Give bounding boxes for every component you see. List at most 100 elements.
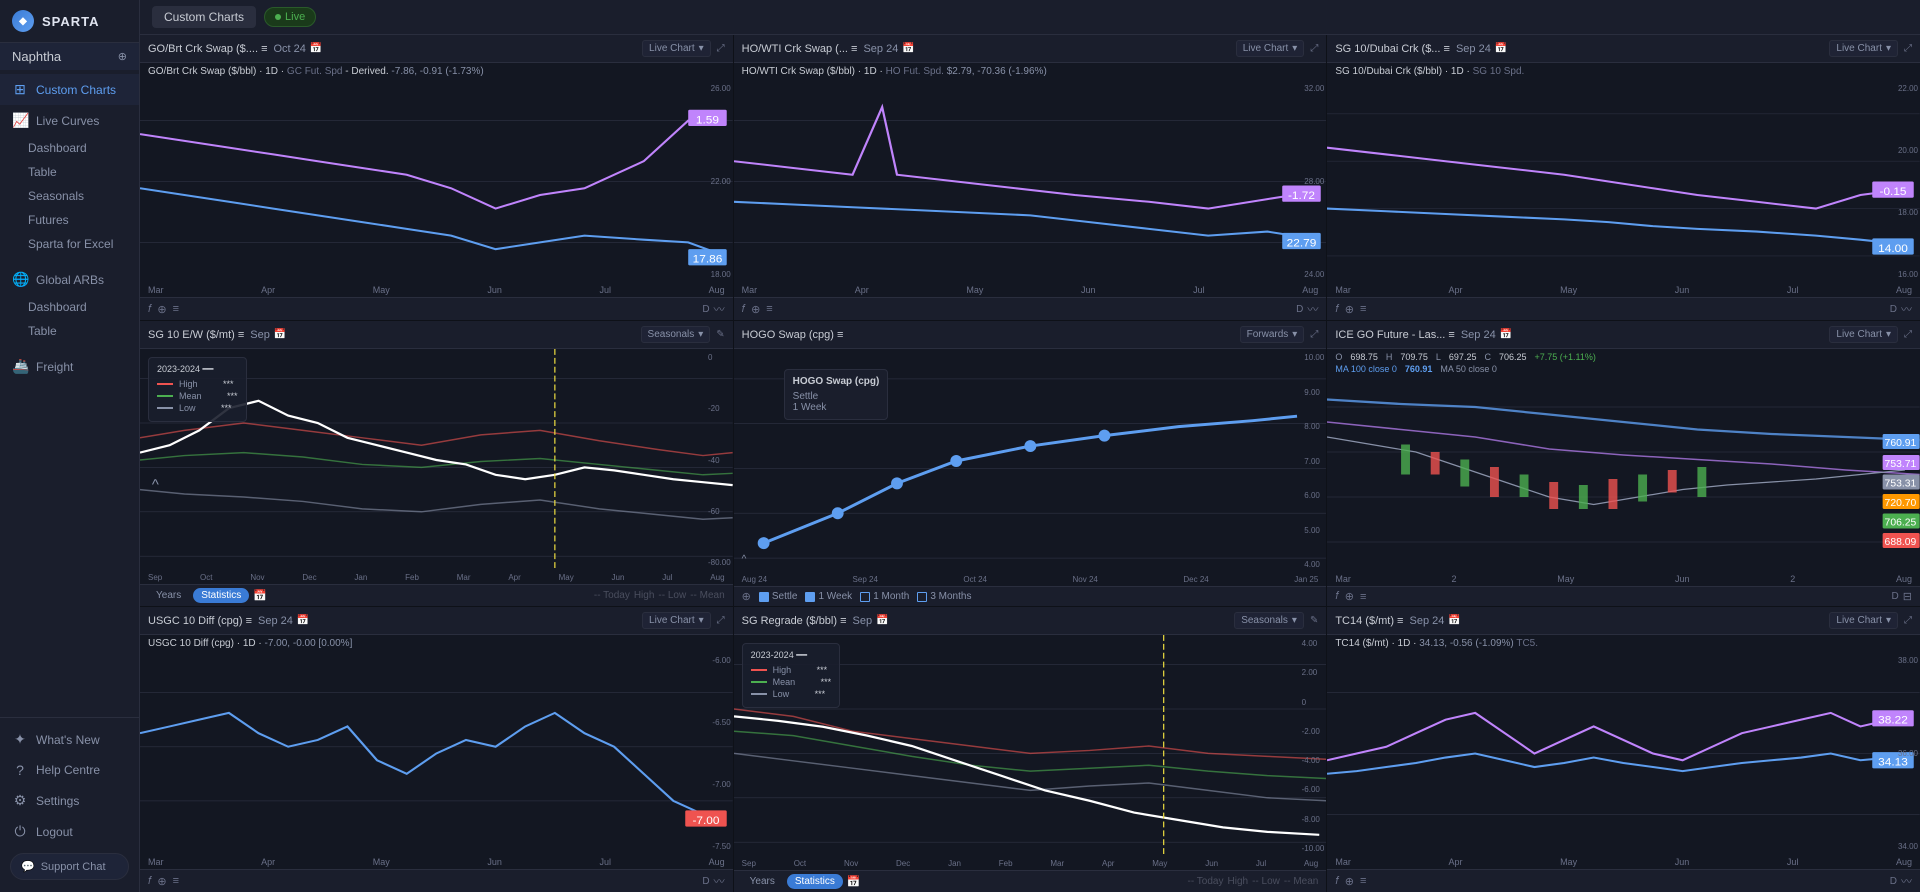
sidebar-item-seasonals[interactable]: Seasonals bbox=[0, 184, 139, 208]
chart-ice-go-formula-icon[interactable]: 𝑓 bbox=[1335, 590, 1338, 603]
sidebar-item-global-arbs[interactable]: 🌐 Global ARBs bbox=[0, 264, 139, 295]
chart-ho-wti-formula-icon[interactable]: 𝑓 bbox=[742, 303, 745, 316]
chart-sg-dubai-menu-icon[interactable]: ≡ bbox=[1360, 303, 1366, 315]
chart-go-brt-type-icon[interactable]: 〰 bbox=[714, 301, 725, 317]
sidebar-item-live-curves[interactable]: 📈 Live Curves bbox=[0, 105, 139, 136]
chart-sg-regrade-today-label: -- Today bbox=[1188, 876, 1224, 887]
chart-go-brt-mode-btn[interactable]: Live Chart ▾ bbox=[642, 40, 711, 57]
chart-usgc-type-icon[interactable]: 〰 bbox=[714, 873, 725, 889]
svg-text:688.09: 688.09 bbox=[1885, 537, 1917, 548]
chart-usgc-formula-icon[interactable]: 𝑓 bbox=[148, 875, 151, 888]
chart-ho-wti-mode-btn[interactable]: Live Chart ▾ bbox=[1236, 40, 1305, 57]
chart-sg-regrade-expand-icon[interactable]: ✎ bbox=[1310, 615, 1318, 626]
chart-sg-dubai-calendar-icon[interactable]: 📅 bbox=[1495, 43, 1507, 54]
chart-go-brt-menu-icon[interactable]: ≡ bbox=[173, 303, 179, 315]
naphtha-section[interactable]: Naphtha ⊕ bbox=[0, 43, 139, 70]
chart-hogo-3month-check[interactable]: 3 Months bbox=[917, 591, 971, 602]
chart-tc14-menu-icon[interactable]: ≡ bbox=[1360, 875, 1366, 887]
chart-sg-regrade-mode-btn[interactable]: Seasonals ▾ bbox=[1234, 612, 1304, 629]
chart-sg-ew-calendar-icon[interactable]: 📅 bbox=[274, 329, 286, 340]
chart-ice-go-body: 760.91 753.71 753.31 720.70 706.25 688.0… bbox=[1327, 377, 1920, 572]
sidebar-item-dashboard[interactable]: Dashboard bbox=[0, 136, 139, 160]
chart-hogo-settle-check[interactable]: Settle bbox=[759, 591, 798, 602]
chart-ice-go-mode-btn[interactable]: Live Chart ▾ bbox=[1829, 326, 1898, 343]
chart-go-brt-formula-icon[interactable]: 𝑓 bbox=[148, 303, 151, 316]
chart-ice-go-calendar-icon[interactable]: 📅 bbox=[1500, 329, 1512, 340]
ice-go-chevron-icon: ▾ bbox=[1886, 329, 1891, 340]
chart-hogo-mode-btn[interactable]: Forwards ▾ bbox=[1240, 326, 1305, 343]
chart-sg-ew: SG 10 E/W ($/mt) ≡ Sep 📅 Seasonals ▾ ✎ bbox=[140, 321, 733, 606]
chart-ho-wti-type-icon[interactable]: 〰 bbox=[1307, 301, 1318, 317]
chart-sg-regrade-stats-btn[interactable]: Statistics bbox=[787, 874, 843, 889]
chart-sg-ew-title-section: SG 10 E/W ($/mt) ≡ Sep 📅 bbox=[148, 329, 286, 341]
sidebar-item-help[interactable]: ? Help Centre bbox=[0, 755, 139, 785]
chart-ice-go-add-icon[interactable]: ⊕ bbox=[1345, 590, 1354, 603]
chart-ho-wti-expand-icon[interactable]: ⤢ bbox=[1310, 43, 1318, 54]
custom-charts-tab[interactable]: Custom Charts bbox=[152, 6, 256, 28]
chart-sg-dubai-header: SG 10/Dubai Crk ($... ≡ Sep 24 📅 Live Ch… bbox=[1327, 35, 1920, 63]
sidebar-item-dashboard2[interactable]: Dashboard bbox=[0, 295, 139, 319]
chart-sg-regrade-calendar-icon[interactable]: 📅 bbox=[876, 615, 888, 626]
chart-sg-dubai-expand-icon[interactable]: ⤢ bbox=[1904, 43, 1912, 54]
chart-sg-ew-mode-btn[interactable]: Seasonals ▾ bbox=[641, 326, 711, 343]
chart-ho-wti-add-icon[interactable]: ⊕ bbox=[751, 303, 760, 316]
chart-go-brt-calendar-icon[interactable]: 📅 bbox=[310, 43, 322, 54]
sidebar-item-custom-charts[interactable]: ⊞ Custom Charts bbox=[0, 74, 139, 105]
chart-tc14-formula-icon[interactable]: 𝑓 bbox=[1335, 875, 1338, 888]
chart-ice-go-menu-icon[interactable]: ≡ bbox=[1360, 591, 1366, 603]
chart-ho-wti-calendar-icon[interactable]: 📅 bbox=[902, 43, 914, 54]
sidebar-item-logout[interactable]: ⏻ Logout bbox=[0, 816, 139, 847]
chart-ice-go-expand-icon[interactable]: ⤢ bbox=[1904, 329, 1912, 340]
logo-icon: ◆ bbox=[12, 10, 34, 32]
chart-ice-go-type-icon[interactable]: ⊟ bbox=[1903, 590, 1912, 603]
svg-text:38.22: 38.22 bbox=[1879, 715, 1909, 726]
chart-sg-dubai-add-icon[interactable]: ⊕ bbox=[1345, 303, 1354, 316]
hogo-mode-label: Forwards bbox=[1247, 329, 1289, 340]
chart-sg-ew-calendar2-icon[interactable]: 📅 bbox=[253, 589, 267, 602]
chart-sg-ew-expand-icon[interactable]: ✎ bbox=[716, 329, 724, 340]
svg-text:1.59: 1.59 bbox=[696, 115, 719, 126]
chart-sg-regrade-low-label: -- Low bbox=[1252, 876, 1280, 887]
sidebar-item-freight[interactable]: 🚢 Freight bbox=[0, 351, 139, 382]
support-chat-button[interactable]: 💬 Support Chat bbox=[10, 853, 129, 880]
tc14-live-label: Live Chart bbox=[1836, 615, 1882, 626]
chart-usgc-add-icon[interactable]: ⊕ bbox=[157, 875, 166, 888]
chart-sg-dubai-formula-icon[interactable]: 𝑓 bbox=[1335, 303, 1338, 316]
sidebar-item-settings[interactable]: ⚙ Settings bbox=[0, 785, 139, 816]
sidebar-item-table2[interactable]: Table bbox=[0, 319, 139, 343]
chart-sg-regrade-years-btn[interactable]: Years bbox=[742, 874, 783, 889]
chart-usgc-calendar-icon[interactable]: 📅 bbox=[297, 615, 309, 626]
chart-tc14-expand-icon[interactable]: ⤢ bbox=[1904, 615, 1912, 626]
chart-sg-regrade-calendar2-icon[interactable]: 📅 bbox=[847, 875, 861, 888]
chart-go-brt-expand-icon[interactable]: ⤢ bbox=[717, 43, 725, 54]
chart-hogo-add-icon[interactable]: ⊕ bbox=[742, 590, 751, 603]
chart-hogo-1month-check[interactable]: 1 Month bbox=[860, 591, 909, 602]
chart-tc14-type-icon[interactable]: 〰 bbox=[1901, 873, 1912, 889]
chart-tc14-add-icon[interactable]: ⊕ bbox=[1345, 875, 1354, 888]
chart-tc14-calendar-icon[interactable]: 📅 bbox=[1448, 615, 1460, 626]
chart-tc14-mode-btn[interactable]: Live Chart ▾ bbox=[1829, 612, 1898, 629]
sidebar-item-table[interactable]: Table bbox=[0, 160, 139, 184]
chart-sg-dubai-type-icon[interactable]: 〰 bbox=[1901, 301, 1912, 317]
chart-tc14-controls: Live Chart ▾ ⤢ bbox=[1829, 612, 1912, 629]
sidebar-item-sparta-excel[interactable]: Sparta for Excel bbox=[0, 232, 139, 256]
chart-ho-wti-menu-icon[interactable]: ≡ bbox=[766, 303, 772, 315]
chart-sg-ew-x-axis: SepOctNovDecJanFebMarAprMayJunJulAug bbox=[140, 571, 733, 584]
chart-sg-ew-stats-btn[interactable]: Statistics bbox=[193, 588, 249, 603]
chart-go-brt-add-icon[interactable]: ⊕ bbox=[157, 303, 166, 316]
chart-usgc-mode-btn[interactable]: Live Chart ▾ bbox=[642, 612, 711, 629]
ice-ma100-label: MA 100 close 0 bbox=[1335, 364, 1397, 374]
svg-text:-7.00: -7.00 bbox=[692, 815, 719, 826]
chart-sg-dubai: SG 10/Dubai Crk ($... ≡ Sep 24 📅 Live Ch… bbox=[1327, 35, 1920, 320]
chart-usgc-x-axis: MarAprMayJunJulAug bbox=[140, 855, 733, 869]
chart-ho-wti-date-label: Sep 24 bbox=[863, 43, 898, 55]
chart-sg-ew-years-btn[interactable]: Years bbox=[148, 588, 189, 603]
chart-usgc-expand-icon[interactable]: ⤢ bbox=[717, 615, 725, 626]
chart-sg-dubai-mode-btn[interactable]: Live Chart ▾ bbox=[1829, 40, 1898, 57]
chart-hogo-1week-check[interactable]: 1 Week bbox=[805, 591, 852, 602]
logo[interactable]: ◆ SPARTA bbox=[0, 0, 139, 43]
chart-hogo-expand-icon[interactable]: ⤢ bbox=[1310, 329, 1318, 340]
sidebar-item-whats-new[interactable]: ✦ What's New bbox=[0, 724, 139, 755]
sidebar-item-futures[interactable]: Futures bbox=[0, 208, 139, 232]
chart-usgc-menu-icon[interactable]: ≡ bbox=[173, 875, 179, 887]
